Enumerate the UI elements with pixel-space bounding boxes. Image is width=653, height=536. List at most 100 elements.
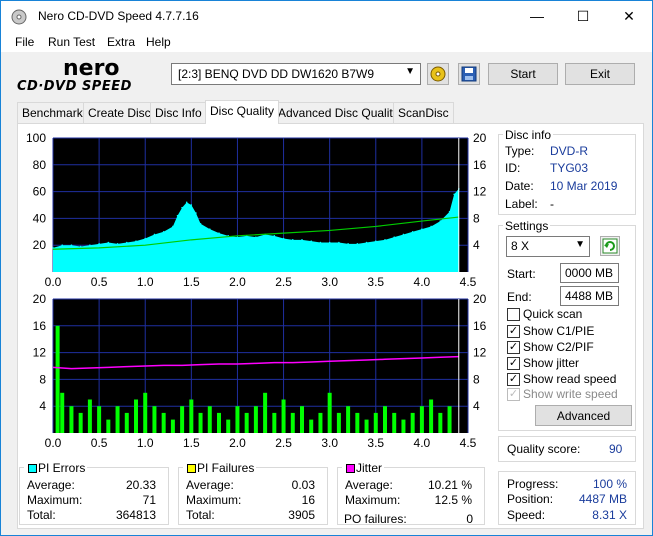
x-tick-label: 1.5	[183, 275, 200, 289]
save-icon	[461, 66, 477, 82]
refresh-speed-button[interactable]	[600, 236, 620, 256]
pi-failures-bar	[134, 399, 138, 433]
show-write-speed-label: Show write speed	[523, 387, 618, 401]
pi-errors-point	[153, 233, 156, 236]
pi-failures-bar	[327, 392, 332, 433]
show-write-speed-checkbox: ✓	[507, 388, 520, 401]
pi-failures-bar	[263, 392, 268, 433]
quick-scan-label: Quick scan	[523, 307, 583, 321]
title-bar: Nero CD-DVD Speed 4.7.7.16 — ☐ ✕	[1, 1, 652, 32]
y-left-tick-label: 8	[39, 372, 46, 386]
pi-errors-point	[402, 233, 405, 236]
y-right-tick-label: 16	[473, 319, 487, 333]
show-c1pie-checkbox[interactable]: ✓	[507, 325, 520, 338]
pi-errors-point	[310, 240, 313, 242]
disc-label-value: -	[550, 197, 554, 211]
y-right-tick-label: 12	[473, 185, 487, 199]
show-jitter-label: Show jitter	[523, 356, 580, 370]
y-right-tick-label: 16	[473, 158, 487, 172]
eject-button[interactable]	[427, 63, 449, 85]
tab-disc-info[interactable]: Disc Info	[150, 102, 207, 123]
pi-failures-legend-swatch	[187, 464, 196, 473]
tab-benchmark[interactable]: Benchmark	[17, 102, 88, 123]
pi-failures-bar	[207, 406, 212, 433]
jitter-avg-value: 10.21 %	[427, 478, 472, 492]
speed-value: 8.31 X	[592, 508, 627, 522]
menu-run-test[interactable]: Run Test	[48, 35, 95, 49]
pi-failures-bar	[152, 406, 157, 433]
jitter-legend-swatch	[346, 464, 355, 473]
pi-errors-point	[98, 243, 100, 245]
progress-group: Progress: 100 % Position: 4487 MB Speed:…	[498, 471, 636, 525]
tab-advanced-disc-quality[interactable]: Advanced Disc Quality	[273, 102, 404, 123]
disc-date-value: 10 Mar 2019	[550, 179, 618, 193]
speed-select[interactable]: 8 X ▼	[506, 236, 590, 257]
pi-failures-avg-value: 0.03	[291, 478, 315, 492]
save-button[interactable]	[458, 63, 480, 85]
quick-scan-checkbox[interactable]	[507, 308, 520, 321]
pi-errors-point	[125, 241, 128, 244]
tab-scandisc[interactable]: ScanDisc	[393, 102, 454, 123]
pi-errors-point	[61, 244, 64, 246]
pi-errors-chart-svg: 0.0 0.5 1.0 1.5 2.0 2.5 3.0 3.5 4.0 4.5 100 80 60 40 2…	[26, 133, 487, 289]
progress-value: 100 %	[592, 477, 627, 491]
start-field[interactable]: 0000 MB	[560, 263, 619, 283]
tab-create-disc[interactable]: Create Disc	[83, 102, 156, 123]
disc-type-label: Type:	[505, 144, 535, 158]
show-c2pif-checkbox[interactable]: ✓	[507, 341, 520, 354]
pi-errors-point	[328, 241, 331, 244]
y-left-tick-label: 40	[33, 211, 47, 225]
menu-file[interactable]: File	[15, 35, 34, 49]
pi-failures-bar	[235, 406, 240, 433]
pi-failures-bar	[373, 412, 378, 433]
pi-errors-point	[448, 210, 451, 213]
x-tick-label: 0.0	[45, 275, 62, 289]
pi-failures-avg-label: Average:	[186, 478, 234, 492]
menu-extra[interactable]: Extra	[107, 35, 135, 49]
x-tick-label: 2.5	[275, 275, 292, 289]
show-c1pie-label: Show C1/PIE	[523, 324, 595, 338]
exit-button[interactable]: Exit	[565, 63, 635, 85]
advanced-button[interactable]: Advanced	[535, 405, 632, 426]
close-icon[interactable]: ✕	[606, 1, 652, 32]
pi-errors-total-label: Total:	[27, 508, 56, 522]
po-failures-value: 0	[466, 512, 473, 526]
y-left-tick-label: 100	[26, 133, 46, 145]
y-left-tick-label: 80	[33, 158, 47, 172]
show-jitter-checkbox[interactable]: ✓	[507, 357, 520, 370]
pi-failures-bar	[106, 419, 111, 433]
show-read-speed-label: Show read speed	[523, 372, 617, 386]
start-button[interactable]: Start	[488, 63, 558, 85]
pi-failures-total-value: 3905	[288, 508, 315, 522]
pi-errors-point	[319, 241, 322, 244]
svg-text:CD·DVD SPEED: CD·DVD SPEED	[17, 79, 132, 93]
pi-errors-point	[176, 214, 179, 217]
pi-errors-point	[338, 241, 340, 244]
y-left-tick-label: 60	[33, 185, 47, 199]
pi-failures-bar	[198, 412, 203, 433]
po-failures-label: PO failures:	[344, 512, 407, 526]
minimize-icon[interactable]: —	[514, 1, 560, 32]
drive-select-value: [2:3] BENQ DVD DD DW1620 B7W9	[178, 67, 375, 81]
y-right-tick-label: 4	[473, 238, 480, 252]
x-tick-label: 3.5	[367, 436, 384, 450]
pi-errors-point	[79, 245, 82, 248]
position-label: Position:	[507, 492, 554, 506]
pi-failures-bar	[290, 412, 295, 433]
drive-select[interactable]: [2:3] BENQ DVD DD DW1620 B7W9 ▼	[171, 63, 421, 85]
show-read-speed-checkbox[interactable]: ✓	[507, 373, 520, 386]
pi-failures-bar	[438, 412, 443, 433]
tab-disc-quality[interactable]: Disc Quality	[205, 100, 280, 124]
x-tick-label: 4.5	[460, 436, 477, 450]
pi-failures-chart-svg: 0.0 0.5 1.0 1.5 2.0 2.5 3.0 3.5 4.0 4.5 20 16 12 8 4 20…	[33, 294, 487, 450]
pi-errors-point	[453, 193, 455, 196]
y-right-tick-label: 4	[473, 399, 480, 413]
pi-errors-point	[356, 243, 359, 245]
pi-failures-bar	[55, 325, 60, 433]
x-tick-label: 2.5	[275, 436, 292, 450]
menu-help[interactable]: Help	[146, 35, 171, 49]
pi-failures-bar	[60, 392, 65, 433]
maximize-icon[interactable]: ☐	[560, 1, 606, 32]
end-field[interactable]: 4488 MB	[560, 286, 619, 306]
quality-score-value: 90	[609, 442, 623, 456]
